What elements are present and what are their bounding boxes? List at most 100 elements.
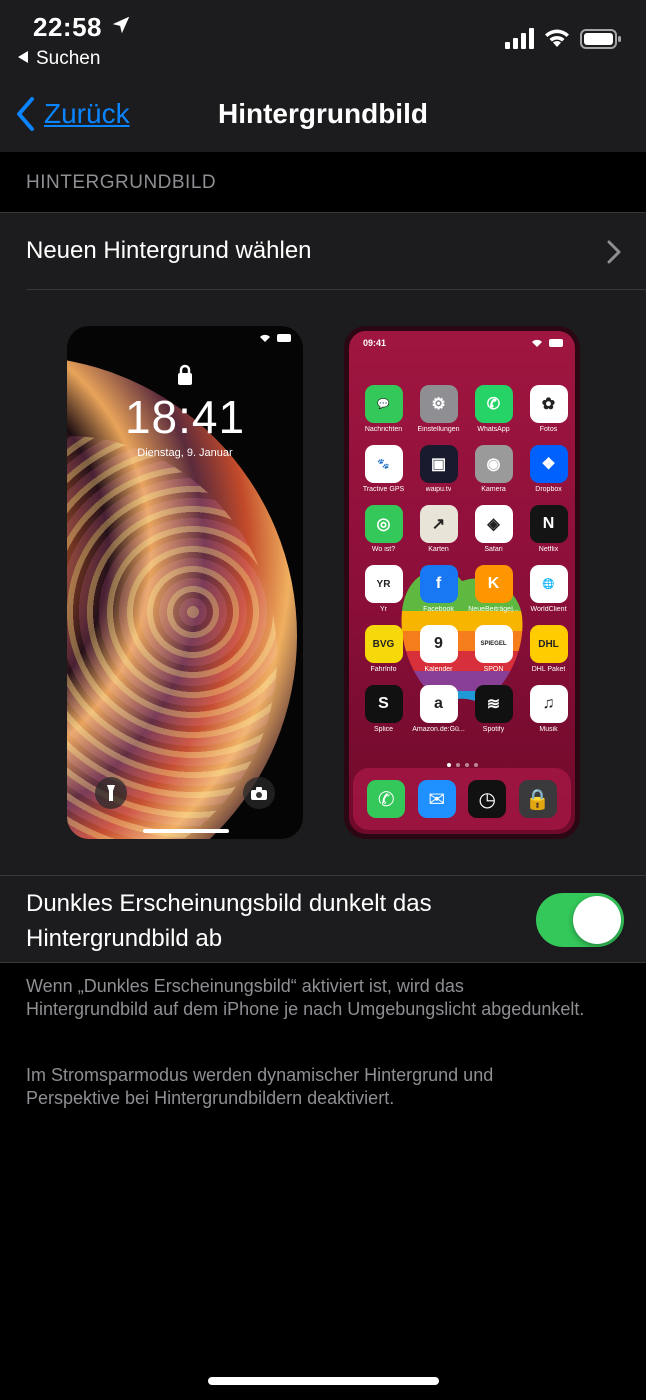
app-icon: S <box>364 685 403 723</box>
toggle-knob <box>573 896 621 944</box>
app-name: Kamera <box>481 486 506 493</box>
app-icon-tile: ◈ Safari <box>466 505 521 553</box>
back-app-label: Suchen <box>36 48 101 69</box>
app-name: Fotos <box>539 426 558 433</box>
app-icon-tile: f Facebook <box>411 565 466 613</box>
app-icon: 🌐 <box>529 565 568 603</box>
app-name: Splice <box>373 726 394 733</box>
app-name: Netflix <box>538 546 559 553</box>
status-time: 22:58 <box>33 12 102 42</box>
lock-screen-preview[interactable]: 18:41 Dienstag, 9. Januar <box>67 326 303 839</box>
app-name: NeueBeiträge|... <box>468 606 519 613</box>
app-icon-tile: ▣ waipu.tv <box>411 445 466 493</box>
footnote-low-power: Im Stromsparmodus werden dynamischer Hin… <box>26 1065 494 1108</box>
mail-icon: ✉ <box>417 780 456 818</box>
flashlight-button <box>95 777 127 809</box>
lock-app-icon: 🔒 <box>518 780 557 818</box>
chevron-right-icon <box>607 240 621 264</box>
app-name: Facebook <box>423 606 454 613</box>
toggle-row-label: Dunkles Erscheinungsbild dunkelt das Hin… <box>26 890 432 952</box>
app-icon-tile: N Netflix <box>521 505 575 553</box>
wifi-icon <box>545 29 569 47</box>
navigation-bar: Zurück Hintergrundbild <box>0 80 646 152</box>
padlock-icon <box>178 364 192 385</box>
app-icon-tile: 💬 Nachrichten <box>356 385 411 433</box>
choose-new-wallpaper-row[interactable]: Neuen Hintergrund wählen <box>0 213 646 289</box>
wallpaper-group: Neuen Hintergrund wählen 18:41 Dienstag,… <box>0 212 646 963</box>
location-arrow-icon <box>112 16 130 34</box>
app-name: WhatsApp <box>477 426 510 433</box>
app-name: Einstellungen <box>417 426 460 433</box>
dark-appearance-dims-wallpaper-row: Dunkles Erscheinungsbild dunkelt das Hin… <box>0 876 646 964</box>
clock-icon: ◷ <box>468 780 507 818</box>
app-icon-tile: SPIEGEL SPON <box>466 625 521 673</box>
app-icon: 9 <box>419 625 458 663</box>
app-name: waipu.tv <box>425 486 452 493</box>
app-icon-tile: 🌐 WorldClient <box>521 565 575 613</box>
app-icon: DHL <box>529 625 568 663</box>
preview-battery-icon <box>277 334 291 342</box>
app-name: DHL Paket <box>531 666 566 673</box>
app-name: Amazon.de:Gü... <box>412 726 465 733</box>
app-icon: N <box>529 505 568 543</box>
preview-home-bar <box>143 829 229 833</box>
app-icon-tile: ↗ Karten <box>411 505 466 553</box>
app-icon: a <box>419 685 458 723</box>
preview-status-time: 09:41 <box>363 338 387 348</box>
cellular-signal-icon <box>505 28 534 49</box>
back-triangle-icon <box>18 51 28 63</box>
divider <box>26 289 646 290</box>
home-dock: ✆ ✉ ◷ 🔒 <box>353 768 571 830</box>
app-icon: ✿ <box>529 385 568 423</box>
app-icon-tile: 9 Kalender <box>411 625 466 673</box>
app-icon-tile: DHL DHL Paket <box>521 625 575 673</box>
status-bar: 22:58 Suchen <box>0 0 646 80</box>
app-icon-tile: ❖ Dropbox <box>521 445 575 493</box>
dark-appearance-toggle[interactable] <box>536 893 624 947</box>
app-name: Spotify <box>482 726 505 733</box>
app-icon-tile: K NeueBeiträge|... <box>466 565 521 613</box>
app-icon: 🐾 <box>364 445 403 483</box>
app-icon-tile: ✆ WhatsApp <box>466 385 521 433</box>
home-indicator[interactable] <box>208 1377 439 1385</box>
app-name: Musik <box>539 726 558 733</box>
app-icon-tile: S Splice <box>356 685 411 733</box>
back-to-app-link[interactable]: Suchen <box>18 48 100 70</box>
app-icon: ✆ <box>474 385 513 423</box>
app-name: Kalender <box>424 666 453 673</box>
app-icon-tile: ⚙ Einstellungen <box>411 385 466 433</box>
app-icon: ◎ <box>364 505 403 543</box>
app-name: Yr <box>380 606 387 613</box>
lock-screen-date: Dienstag, 9. Januar <box>137 447 233 459</box>
app-icon: ♫ <box>529 685 568 723</box>
preview-wifi-icon <box>260 334 270 342</box>
camera-icon <box>251 786 267 800</box>
app-icon: SPIEGEL <box>474 625 513 663</box>
app-icon: YR <box>364 565 403 603</box>
app-name: Safari <box>484 546 503 553</box>
flashlight-icon <box>107 785 115 801</box>
app-icon-tile: ♫ Musik <box>521 685 575 733</box>
app-icon-tile: ≋ Spotify <box>466 685 521 733</box>
app-name: Tractive GPS <box>362 486 405 493</box>
app-icon-tile: ◎ Wo ist? <box>356 505 411 553</box>
app-icon: ◉ <box>474 445 513 483</box>
choose-row-label: Neuen Hintergrund wählen <box>26 237 312 264</box>
lock-screen-time: 18:41 <box>124 391 246 443</box>
page-dots <box>349 763 575 767</box>
app-icon: ❖ <box>529 445 568 483</box>
home-app-grid: 💬 Nachrichten ⚙ Einstellungen ✆ WhatsApp ✿ Foto… <box>356 385 575 733</box>
battery-icon <box>580 29 621 49</box>
page-title: Hintergrundbild <box>218 98 428 129</box>
app-name: WorldClient <box>530 606 567 613</box>
app-icon: f <box>419 565 458 603</box>
app-name: SPON <box>483 666 504 673</box>
app-icon: 💬 <box>364 385 403 423</box>
footnote-dark-appearance: Wenn „Dunkles Erscheinungsbild“ aktivier… <box>26 976 585 1019</box>
app-name: Wo ist? <box>371 546 396 553</box>
app-icon: ◈ <box>474 505 513 543</box>
home-screen-preview[interactable]: 09:41 💬 Nachrichten ⚙ Einstellungen ✆ WhatsAp… <box>344 326 580 839</box>
app-icon-tile: ◉ Kamera <box>466 445 521 493</box>
app-name: Nachrichten <box>364 426 403 433</box>
app-name: FahrInfo <box>370 666 397 673</box>
